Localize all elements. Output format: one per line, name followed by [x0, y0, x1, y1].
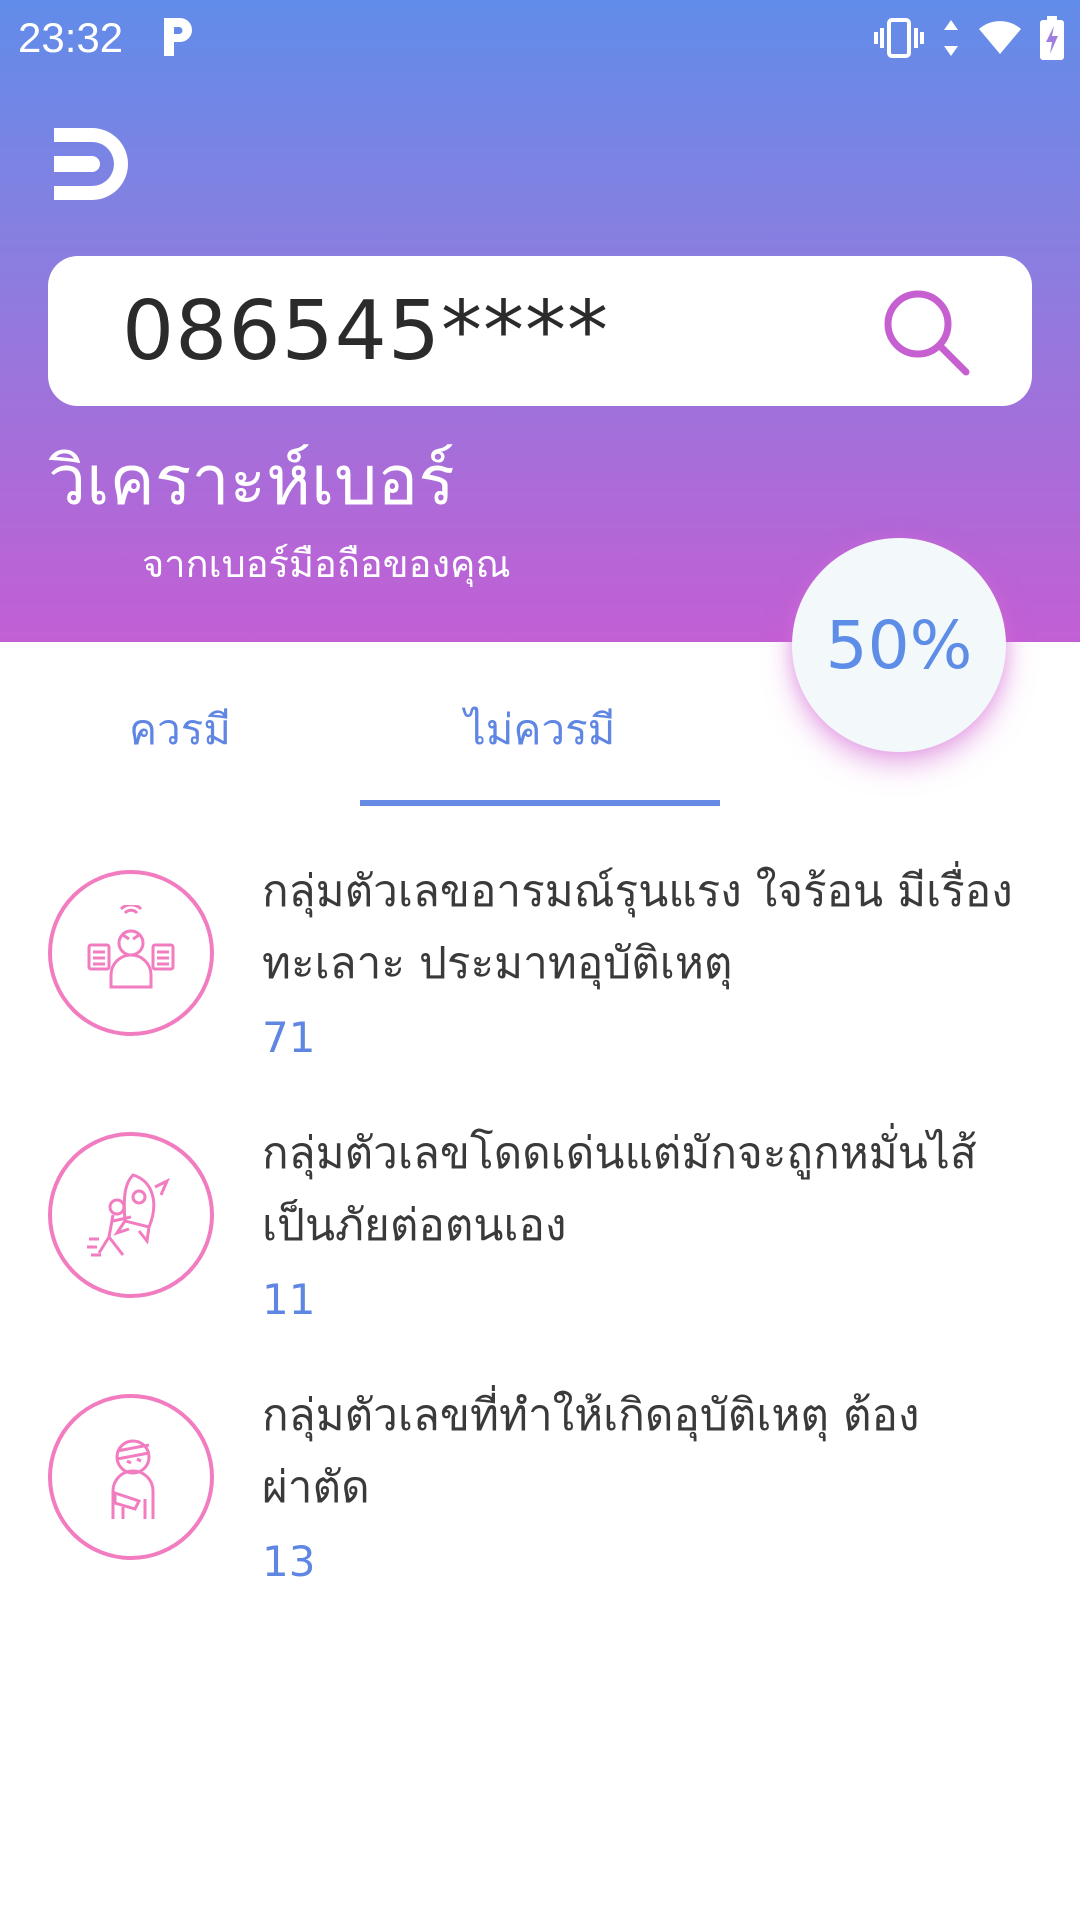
battery-charging-icon	[1040, 16, 1064, 60]
page-title: วิเคราะห์เบอร์	[48, 442, 455, 521]
injured-person-icon	[48, 1394, 214, 1560]
phone-number-value[interactable]: 086545****	[122, 286, 609, 378]
percent-value: 50%	[825, 606, 973, 684]
list-item-text: กลุ่มตัวเลขโดดเด่นแต่มักจะถูกหมั่นไส้ เป…	[262, 1128, 977, 1251]
tab-indicator	[360, 800, 720, 806]
rocket-rider-icon	[48, 1132, 214, 1298]
search-icon[interactable]	[878, 284, 974, 380]
search-box[interactable]: 086545****	[48, 256, 1032, 406]
status-icons	[874, 12, 1064, 64]
tab-should-not-have[interactable]: ไม่ควรมี	[360, 700, 720, 760]
list-item-text: กลุ่มตัวเลขที่ทำให้เกิดอุบัติเหตุ ต้องผ่…	[262, 1390, 920, 1513]
data-arrows-icon	[944, 20, 958, 56]
list-item[interactable]: กลุ่มตัวเลขอารมณ์รุนแรง ใจร้อน มีเรื่องท…	[0, 856, 1080, 1096]
vibrate-icon	[874, 18, 924, 58]
list-item[interactable]: กลุ่มตัวเลขที่ทำให้เกิดอุบัติเหตุ ต้องผ่…	[0, 1380, 1080, 1620]
parking-icon	[164, 18, 192, 56]
list-item-text: กลุ่มตัวเลขอารมณ์รุนแรง ใจร้อน มีเรื่องท…	[262, 866, 1013, 989]
status-time: 23:32	[18, 14, 124, 61]
list-item-count: 11	[262, 1275, 316, 1324]
angry-person-icon	[48, 870, 214, 1036]
list-item-count: 13	[262, 1537, 316, 1586]
page-subtitle: จากเบอร์มือถือของคุณ	[142, 542, 511, 586]
list-item-count: 71	[262, 1013, 316, 1062]
tab-should-have[interactable]: ควรมี	[60, 700, 300, 760]
app-logo-icon	[54, 128, 128, 200]
wifi-icon	[979, 21, 1021, 54]
percent-badge: 50%	[792, 538, 1006, 752]
status-bar: 23:32	[0, 0, 1080, 76]
list-item[interactable]: กลุ่มตัวเลขโดดเด่นแต่มักจะถูกหมั่นไส้ เป…	[0, 1118, 1080, 1358]
